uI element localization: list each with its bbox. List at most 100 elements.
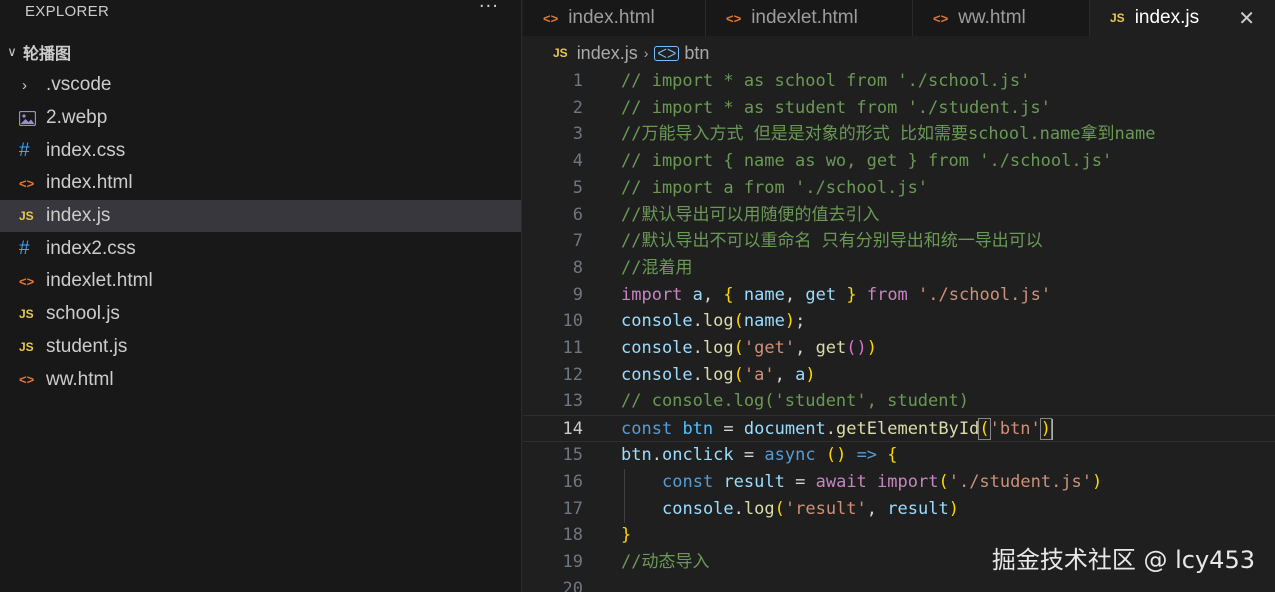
line-number: 9	[572, 285, 583, 305]
code-line-current: 14 const btn = document.getElementById('…	[523, 415, 1275, 442]
code-line: 3 //万能导入方式 但是是对象的形式 比如需要school.name拿到nam…	[523, 121, 1275, 148]
tab-label: index.html	[568, 7, 655, 28]
explorer-sidebar: EXPLORER ··· ∨ 轮播图 › .vscode 2.webp # in…	[0, 0, 522, 592]
html-icon: <>	[19, 372, 35, 388]
line-number: 17	[562, 499, 583, 519]
js-icon: JS	[19, 307, 34, 322]
variable-symbol-icon: ᐸᐳ	[654, 45, 680, 61]
code-text: btn.onclick = async () => {	[621, 445, 898, 465]
code-line: 8 //混着用	[523, 255, 1275, 282]
code-text: console.log('result', result)	[662, 499, 959, 519]
line-number: 4	[572, 151, 583, 171]
breadcrumb-symbol[interactable]: btn	[684, 43, 709, 64]
folder-item-root[interactable]: ∨ 轮播图	[0, 38, 71, 66]
code-line: 17 console.log('result', result)	[523, 496, 1275, 523]
tree-item-label: index2.css	[46, 237, 136, 259]
line-number: 7	[572, 231, 583, 251]
tab-index-html[interactable]: <> index.html	[523, 0, 706, 36]
code-line: 4 // import { name as wo, get } from './…	[523, 148, 1275, 175]
code-text: // import * as school from './school.js'	[621, 71, 1031, 91]
tree-item-student-js[interactable]: JS student.js	[0, 331, 521, 364]
code-line: 6 //默认导出可以用随便的值去引入	[523, 202, 1275, 229]
line-number: 2	[572, 98, 583, 118]
code-text: //默认导出可以用随便的值去引入	[621, 205, 880, 225]
tree-item-label: .vscode	[46, 74, 112, 96]
code-line: 5 // import a from './school.js'	[523, 175, 1275, 202]
tree-item-label: ww.html	[46, 368, 114, 390]
more-actions-icon[interactable]: ···	[479, 0, 499, 16]
code-text: //默认导出不可以重命名 只有分别导出和统一导出可以	[621, 231, 1043, 251]
html-icon: <>	[726, 10, 742, 26]
code-text: // import { name as wo, get } from './sc…	[621, 151, 1113, 171]
tree-item-label: student.js	[46, 335, 128, 357]
tab-indexlet-html[interactable]: <> indexlet.html	[706, 0, 913, 36]
css-icon: #	[19, 139, 30, 161]
file-tree: › .vscode 2.webp # index.css <> index.ht…	[0, 69, 521, 396]
code-line: 1 // import * as school from './school.j…	[523, 68, 1275, 95]
close-icon[interactable]: ✕	[1238, 6, 1255, 30]
tree-item-index-html[interactable]: <> index.html	[0, 167, 521, 200]
code-editor[interactable]: 1 // import * as school from './school.j…	[523, 68, 1275, 592]
folder-label: 轮播图	[23, 44, 72, 63]
code-text: const result = await import('./student.j…	[662, 472, 1103, 492]
chevron-right-icon: ›	[22, 76, 27, 94]
code-text: import a, { name, get } from './school.j…	[621, 285, 1052, 305]
html-icon: <>	[19, 273, 35, 289]
code-text: // console.log('student', student)	[621, 391, 969, 411]
code-text: console.log(name);	[621, 311, 806, 331]
image-icon	[19, 110, 39, 126]
tree-item-index2-css[interactable]: # index2.css	[0, 232, 521, 265]
line-number: 12	[562, 365, 583, 385]
line-number: 8	[572, 258, 583, 278]
tree-item-label: indexlet.html	[46, 270, 153, 292]
code-text: }	[621, 525, 632, 545]
tree-item-vscode[interactable]: › .vscode	[0, 69, 521, 102]
line-number: 11	[562, 338, 583, 358]
tree-item-ww-html[interactable]: <> ww.html	[0, 363, 521, 396]
breadcrumb: JS index.js › ᐸᐳ btn	[523, 36, 1275, 70]
breadcrumb-file[interactable]: index.js	[577, 43, 638, 64]
code-line: 11 console.log('get', get())	[523, 335, 1275, 362]
tab-label: index.js	[1134, 7, 1200, 28]
explorer-header: EXPLORER ···	[0, 0, 521, 22]
chevron-down-icon: ∨	[7, 44, 17, 60]
tree-item-school-js[interactable]: JS school.js	[0, 298, 521, 331]
css-icon: #	[19, 237, 30, 259]
tab-ww-html[interactable]: <> ww.html	[913, 0, 1090, 36]
tab-label: ww.html	[958, 7, 1026, 28]
html-icon: <>	[543, 10, 559, 26]
js-icon: JS	[19, 339, 34, 354]
line-number: 1	[572, 71, 583, 91]
code-text: //万能导入方式 但是是对象的形式 比如需要school.name拿到name	[621, 124, 1156, 144]
tree-item-index-js[interactable]: JS index.js	[0, 199, 521, 233]
tree-item-index-css[interactable]: # index.css	[0, 134, 521, 167]
code-line: 15 btn.onclick = async () => {	[523, 442, 1275, 469]
line-number: 5	[572, 178, 583, 198]
code-line: 12 console.log('a', a)	[523, 362, 1275, 389]
code-text: // import * as student from './student.j…	[621, 98, 1051, 118]
text-cursor	[1051, 418, 1054, 440]
code-line: 9 import a, { name, get } from './school…	[523, 282, 1275, 309]
code-text: const btn = document.getElementById('btn…	[621, 418, 1054, 440]
tree-item-label: index.css	[46, 139, 126, 161]
html-icon: <>	[19, 175, 35, 191]
line-number: 15	[562, 445, 583, 465]
code-text: //混着用	[621, 258, 693, 278]
line-number: 19	[562, 552, 583, 572]
code-text: // import a from './school.js'	[621, 178, 929, 198]
code-line: 7 //默认导出不可以重命名 只有分别导出和统一导出可以	[523, 228, 1275, 255]
code-line: 2 // import * as student from './student…	[523, 95, 1275, 122]
code-text: console.log('a', a)	[621, 365, 816, 385]
line-number: 18	[562, 525, 583, 545]
code-line: 10 console.log(name);	[523, 308, 1275, 335]
tree-item-2-webp[interactable]: 2.webp	[0, 102, 521, 135]
line-number: 13	[562, 391, 583, 411]
explorer-title: EXPLORER	[25, 2, 110, 20]
chevron-right-icon: ›	[643, 45, 649, 61]
tree-item-indexlet-html[interactable]: <> indexlet.html	[0, 265, 521, 298]
line-number: 10	[562, 311, 583, 331]
line-number: 16	[562, 472, 583, 492]
line-number: 6	[572, 205, 583, 225]
tab-index-js[interactable]: JS index.js ✕	[1090, 0, 1275, 36]
line-number: 3	[572, 124, 583, 144]
